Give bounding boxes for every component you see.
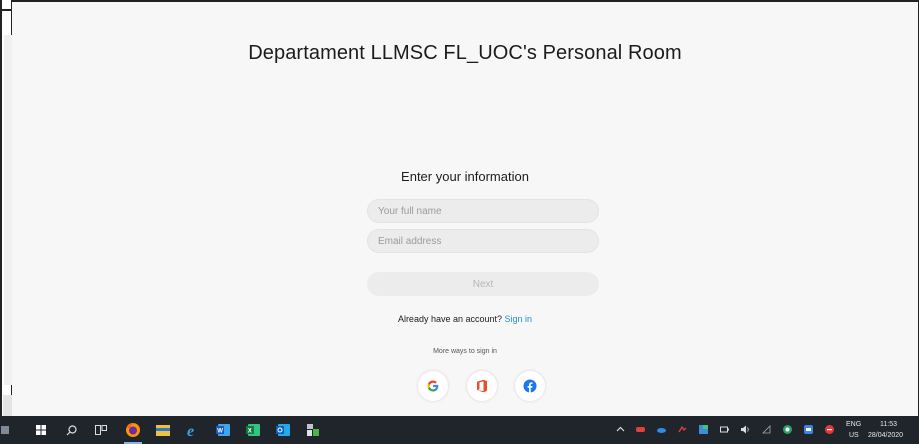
file-explorer-icon[interactable] [152,420,174,440]
sign-in-link[interactable]: Sign in [505,314,533,324]
chevron-up-icon[interactable] [616,425,625,434]
speaker-icon[interactable] [741,425,750,434]
app-icon[interactable] [0,420,10,440]
tray-app-icon[interactable] [825,425,834,434]
next-button[interactable]: Next [367,272,599,296]
svg-text:X: X [248,429,252,435]
onedrive-icon[interactable] [657,425,666,434]
clock-date[interactable]: 28/04/2020 [868,431,903,440]
battery-icon[interactable] [720,425,729,434]
windows-start-icon[interactable] [30,420,52,440]
left-window-edge [0,0,14,416]
google-sign-in-button[interactable] [418,371,448,401]
form-heading: Enter your information [401,169,529,184]
google-icon [427,380,439,392]
tray-app-icon[interactable] [783,425,792,434]
meeting-join-page: Departament LLMSC FL_UOC's Personal Room… [12,0,919,416]
tray-app-icon[interactable] [804,425,813,434]
task-view-icon[interactable] [90,420,112,440]
svg-text:W: W [217,429,223,435]
language-indicator-bottom[interactable]: US [849,431,859,440]
office-sign-in-button[interactable] [467,371,497,401]
account-prompt-line: Already have an account? Sign in [12,314,918,324]
tray-app-icon[interactable] [699,425,708,434]
network-icon[interactable] [678,425,687,434]
language-indicator-top[interactable]: ENG [846,420,861,429]
more-ways-label: More ways to sign in [433,348,497,355]
room-title: Departament LLMSC FL_UOC's Personal Room [248,42,682,64]
search-icon[interactable] [60,420,82,440]
svg-text:e: e [187,423,194,438]
excel-icon[interactable]: X [242,420,264,440]
facebook-icon [523,379,537,393]
facebook-sign-in-button[interactable] [515,371,545,401]
office-icon [477,379,487,393]
windows-taskbar: e W X ENG US 11:53 28/04/2020 [0,416,919,444]
word-icon[interactable]: W [212,420,234,440]
full-name-input[interactable] [367,199,599,223]
account-prompt: Already have an account? [397,314,503,324]
app-icon[interactable] [302,420,324,440]
clock-time[interactable]: 11:53 [880,420,897,429]
firefox-icon[interactable] [122,420,144,444]
tray-app-icon[interactable] [636,425,645,434]
internet-explorer-icon[interactable]: e [182,420,204,440]
email-input[interactable] [367,229,599,253]
wifi-icon[interactable] [762,425,771,434]
outlook-icon[interactable] [272,420,294,440]
